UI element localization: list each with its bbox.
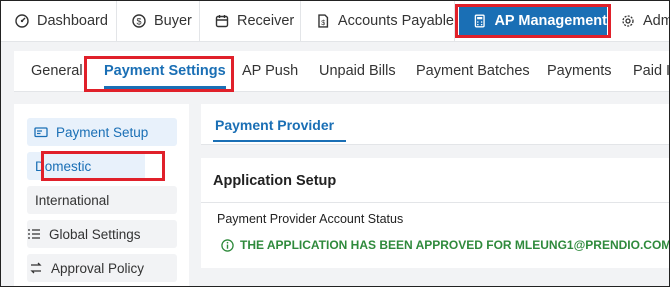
sidebar-item-international[interactable]: International xyxy=(27,186,177,214)
highlight-box-ap-management xyxy=(455,4,611,38)
calendar-icon xyxy=(215,15,229,28)
sidebar-item-label: International xyxy=(35,192,110,208)
account-status-message: THE APPLICATION HAS BEEN APPROVED FOR ML… xyxy=(221,238,670,252)
tab-label: Accounts Payable xyxy=(337,13,454,29)
document-dollar-icon: $ xyxy=(318,14,329,28)
subtab-payment-batches[interactable]: Payment Batches xyxy=(416,51,530,91)
sidebar-item-label: Payment Setup xyxy=(56,124,149,140)
sidebar-item-label: Approval Policy xyxy=(51,260,145,276)
subtab-ap-push[interactable]: AP Push xyxy=(242,51,298,91)
list-settings-icon xyxy=(28,229,40,239)
status-message-text: THE APPLICATION HAS BEEN APPROVED FOR ML… xyxy=(240,238,670,252)
application-setup-card: Application Setup Payment Provider Accou… xyxy=(201,158,670,268)
settings-sidebar: Payment Setup Domestic International Glo… xyxy=(14,104,189,286)
tab-admin[interactable]: Adm xyxy=(613,1,670,41)
tab-payment-provider[interactable]: Payment Provider xyxy=(212,104,347,142)
sidebar-item-global-settings[interactable]: Global Settings xyxy=(27,220,177,248)
highlight-box-payment-settings xyxy=(84,56,234,92)
tab-label: Receiver xyxy=(237,13,295,29)
gear-icon xyxy=(622,15,634,27)
subtab-unpaid-bills[interactable]: Unpaid Bills xyxy=(319,51,396,91)
card-setup-icon xyxy=(34,127,48,138)
card-header: Application Setup xyxy=(201,158,669,203)
info-circle-icon xyxy=(221,238,234,252)
tab-buyer[interactable]: $ Buyer xyxy=(118,1,200,41)
svg-text:$: $ xyxy=(321,20,325,27)
card-title: Application Setup xyxy=(213,173,337,189)
svg-text:$: $ xyxy=(136,17,141,27)
tab-receiver[interactable]: Receiver xyxy=(201,1,301,41)
sidebar-item-payment-setup[interactable]: Payment Setup xyxy=(27,118,177,146)
app-window: Dashboard $ Buyer Receiver $ Accounts Pa… xyxy=(0,0,670,287)
approval-policy-icon xyxy=(30,262,42,274)
sidebar-item-label: Global Settings xyxy=(49,226,141,242)
tab-label: Adm xyxy=(643,13,670,29)
tab-accounts-payable[interactable]: $ Accounts Payable xyxy=(302,1,455,41)
account-status-label: Payment Provider Account Status xyxy=(217,212,404,226)
subtab-paid[interactable]: Paid I xyxy=(633,51,669,91)
sidebar-item-approval-policy[interactable]: Approval Policy xyxy=(27,254,177,282)
highlight-box-domestic xyxy=(41,151,165,181)
tab-dashboard[interactable]: Dashboard xyxy=(1,1,117,41)
dollar-circle-icon: $ xyxy=(132,14,146,28)
dashboard-icon xyxy=(15,14,29,28)
subtab-general[interactable]: General xyxy=(31,51,83,91)
panel-tab-bar: Payment Provider xyxy=(201,104,669,145)
subtab-payments[interactable]: Payments xyxy=(547,51,611,91)
tab-label: Buyer xyxy=(154,13,192,29)
tab-label: Dashboard xyxy=(37,13,108,29)
